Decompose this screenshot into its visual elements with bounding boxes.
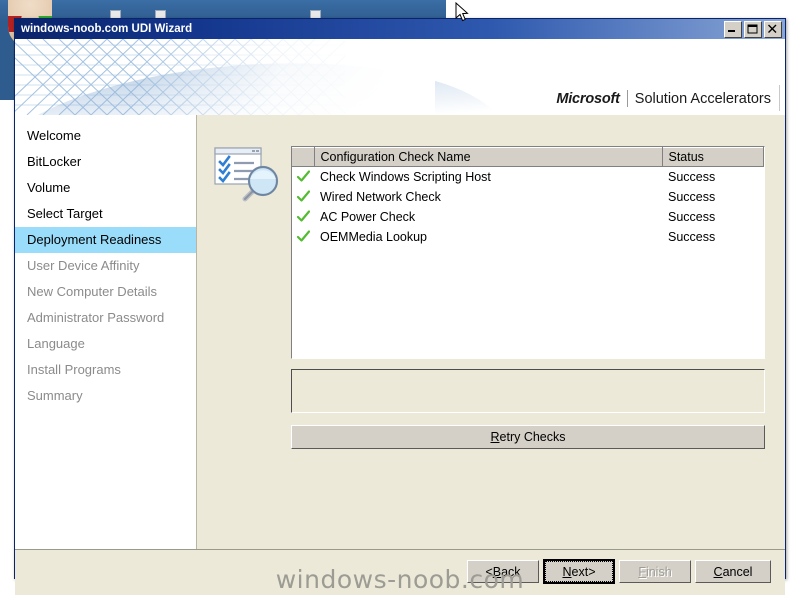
column-header-check-name[interactable]: Configuration Check Name (314, 147, 663, 167)
sidebar-item-select-target[interactable]: Select Target (15, 201, 196, 227)
wizard-step-sidebar: Welcome BitLocker Volume Select Target D… (15, 115, 197, 549)
window-controls (724, 21, 782, 38)
minimize-button[interactable] (724, 21, 742, 38)
banner-fade-overlay (15, 39, 435, 115)
check-detail-panel (291, 369, 765, 413)
maximize-button[interactable] (744, 21, 762, 38)
column-header-status[interactable]: Status (662, 147, 764, 167)
brand-divider (626, 90, 628, 107)
wizard-body: Welcome BitLocker Volume Select Target D… (15, 115, 785, 549)
wizard-banner: Microsoft Solution Accelerators (15, 39, 785, 115)
close-button[interactable] (764, 21, 782, 38)
row-check-name: OEMMedia Lookup (320, 230, 428, 244)
row-status: Success (668, 210, 716, 224)
row-check-name: AC Power Check (320, 210, 416, 224)
table-row[interactable]: OEMMedia Lookup Success (292, 227, 764, 247)
table-header-row: Configuration Check Name Status (292, 147, 764, 167)
window-titlebar[interactable]: windows-noob.com UDI Wizard (15, 19, 785, 39)
row-status-icon-cell (292, 167, 314, 188)
mouse-cursor (455, 2, 469, 22)
success-check-icon (297, 230, 310, 242)
success-check-icon (297, 170, 310, 182)
retry-checks-accel: R (490, 430, 500, 444)
sidebar-item-summary: Summary (27, 388, 83, 403)
table-header: Configuration Check Name Status (292, 147, 764, 167)
row-check-name: Check Windows Scripting Host (320, 170, 491, 184)
configuration-checks-list[interactable]: Configuration Check Name Status Check Wi… (291, 146, 765, 359)
sidebar-item-bitlocker[interactable]: BitLocker (15, 149, 196, 175)
checklist-magnifier-icon (214, 147, 279, 202)
row-status-icon-cell (292, 227, 314, 247)
sidebar-item-install-programs: Install Programs (27, 362, 121, 377)
row-status: Success (668, 170, 716, 184)
sidebar-item-welcome[interactable]: Welcome (15, 123, 196, 149)
table-row[interactable]: Check Windows Scripting Host Success (292, 167, 764, 188)
row-check-name: Wired Network Check (320, 190, 441, 204)
microsoft-brand: Microsoft Solution Accelerators (556, 90, 771, 107)
banner-right-edge (779, 85, 780, 111)
sidebar-item-new-computer-details: New Computer Details (27, 284, 158, 299)
row-status: Success (668, 230, 716, 244)
success-check-icon (297, 190, 310, 202)
sidebar-item-user-device-affinity: User Device Affinity (27, 258, 140, 273)
table-body: Check Windows Scripting Host Success Wir… (292, 167, 764, 248)
sidebar-item-language: Language (27, 336, 85, 351)
row-status-icon-cell (292, 207, 314, 227)
success-check-icon (297, 210, 310, 222)
retry-checks-label: etry Checks (499, 430, 566, 444)
configuration-checks-table: Configuration Check Name Status Check Wi… (292, 147, 764, 247)
window-title: windows-noob.com UDI Wizard (21, 23, 193, 35)
brand-solution-accelerators-label: Solution Accelerators (634, 90, 771, 107)
site-watermark: windows-noob.com (275, 565, 525, 594)
table-row[interactable]: Wired Network Check Success (292, 187, 764, 207)
column-header-icon[interactable] (292, 147, 315, 167)
brand-microsoft-label: Microsoft (556, 90, 620, 107)
row-status: Success (668, 190, 716, 204)
udi-wizard-window: windows-noob.com UDI Wizard Microsoft So… (14, 18, 786, 595)
wizard-content-pane: Configuration Check Name Status Check Wi… (197, 115, 785, 549)
row-status-icon-cell (292, 187, 314, 207)
retry-checks-button[interactable]: Retry Checks (291, 425, 765, 449)
sidebar-item-administrator-password: Administrator Password (27, 310, 165, 325)
sidebar-item-volume[interactable]: Volume (15, 175, 196, 201)
sidebar-item-deployment-readiness[interactable]: Deployment Readiness (15, 227, 196, 253)
table-row[interactable]: AC Power Check Success (292, 207, 764, 227)
